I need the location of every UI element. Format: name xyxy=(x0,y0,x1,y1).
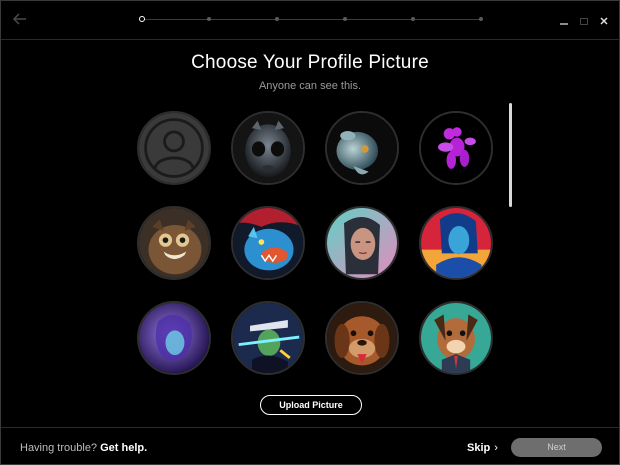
profile-picture-window: Choose Your Profile Picture Anyone can s… xyxy=(0,0,620,465)
page-title: Choose Your Profile Picture xyxy=(191,52,429,73)
step-dot-6 xyxy=(479,17,483,21)
chevron-right-icon: › xyxy=(494,442,498,454)
avatar-pink-balloon-dog[interactable] xyxy=(419,111,493,185)
avatar-cartoon-dog[interactable] xyxy=(419,301,493,375)
step-dot-1 xyxy=(139,16,145,22)
progress-stepper xyxy=(139,16,483,22)
upload-picture-button[interactable]: Upload Picture xyxy=(260,395,362,415)
step-dot-5 xyxy=(411,17,415,21)
minimize-icon[interactable] xyxy=(559,13,569,25)
page-subtitle: Anyone can see this. xyxy=(258,80,362,92)
step-dot-3 xyxy=(275,17,279,21)
step-dot-4 xyxy=(343,17,347,21)
avatar-woman-portrait[interactable] xyxy=(325,206,399,280)
avatar-brown-dog[interactable] xyxy=(325,301,399,375)
avatar-blue-dragon[interactable] xyxy=(231,206,305,280)
avatar-grey-alien[interactable] xyxy=(231,111,305,185)
avatar-default-silhouette[interactable] xyxy=(137,111,211,185)
avatar-blue-creature[interactable] xyxy=(325,111,399,185)
maximize-icon[interactable] xyxy=(579,13,589,25)
avatar-grid xyxy=(135,111,495,381)
get-help-link[interactable]: Get help. xyxy=(100,442,147,454)
skip-label: Skip xyxy=(467,442,491,454)
avatar-purple-figure[interactable] xyxy=(137,301,211,375)
avatar-neon-character[interactable] xyxy=(231,301,305,375)
avatar-blue-woman[interactable] xyxy=(419,206,493,280)
window-controls xyxy=(559,13,609,25)
close-icon[interactable] xyxy=(599,13,609,25)
skip-button[interactable]: Skip › xyxy=(467,442,498,454)
top-bar xyxy=(1,1,619,40)
stepper-line xyxy=(141,19,481,20)
footer-bar: Having trouble? Get help. Skip › Next xyxy=(1,427,619,465)
help-prefix: Having trouble? xyxy=(20,442,98,454)
back-arrow-icon[interactable] xyxy=(11,10,29,28)
avatar-grid-scrollbar[interactable] xyxy=(509,103,512,207)
avatar-owl-creature[interactable] xyxy=(137,206,211,280)
step-dot-2 xyxy=(207,17,211,21)
next-button[interactable]: Next xyxy=(511,438,602,457)
help-text: Having trouble? Get help. xyxy=(20,442,147,454)
